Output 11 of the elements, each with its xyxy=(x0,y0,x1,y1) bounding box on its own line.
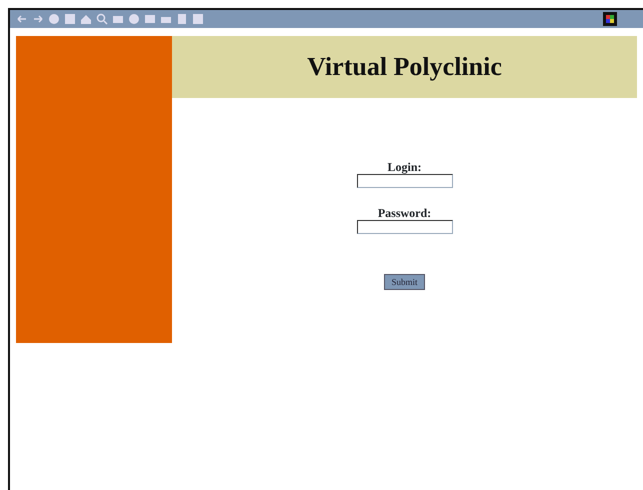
input-field[interactable] xyxy=(356,220,452,234)
forward-arrow-icon[interactable] xyxy=(32,13,44,25)
submit-button[interactable]: Submit xyxy=(384,274,424,290)
field-label: Login: xyxy=(387,160,422,174)
home-icon[interactable] xyxy=(80,13,92,25)
back-arrow-icon[interactable] xyxy=(16,13,28,25)
input-field[interactable] xyxy=(356,174,452,188)
page-title: Virtual Polyclinic xyxy=(307,51,502,83)
flag-logo-icon xyxy=(603,12,617,26)
search-icon[interactable] xyxy=(96,13,108,25)
field-label: Password: xyxy=(378,206,432,220)
